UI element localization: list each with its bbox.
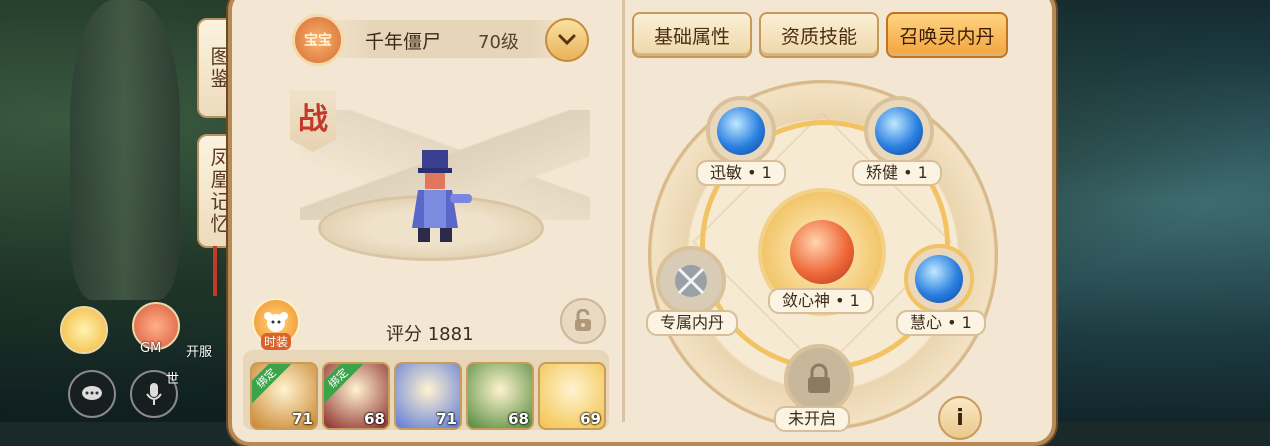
pet-score: 评分 1881 <box>386 324 474 345</box>
info-button[interactable]: i <box>938 396 982 440</box>
tab-aptitude-skills[interactable]: 资质技能 <box>759 12 879 58</box>
pet-level: 70级 <box>478 32 519 53</box>
roster-slot[interactable]: 绑定 68 <box>322 362 390 430</box>
world-label: 世 <box>166 372 180 387</box>
roster-slot[interactable]: 68 <box>466 362 534 430</box>
bear-face-icon <box>264 312 288 332</box>
jiangshi-pet-figure <box>412 150 472 242</box>
tab-basic-attributes[interactable]: 基础属性 <box>632 12 752 58</box>
star-orb-icon <box>915 255 963 303</box>
chevron-down-icon <box>558 34 576 46</box>
roster-level: 68 <box>508 410 529 428</box>
info-icon: i <box>956 405 964 431</box>
roster-slot[interactable]: 绑定 71 <box>250 362 318 430</box>
neidan-vigor-slot[interactable] <box>864 96 934 166</box>
chat-button[interactable] <box>68 370 116 418</box>
roster-level: 68 <box>364 410 385 428</box>
cat-avatar-icon[interactable] <box>60 306 108 354</box>
gm-label: GM <box>140 341 162 356</box>
lock-button[interactable] <box>560 298 606 344</box>
unlock-icon <box>575 309 591 331</box>
costume-button[interactable]: 时装 <box>252 298 300 350</box>
neidan-wisdom-label: 慧心 • 1 <box>896 310 986 336</box>
neidan-vigor-label: 矫健 • 1 <box>852 160 942 186</box>
roster-level: 71 <box>292 410 313 428</box>
chat-icon <box>82 386 102 400</box>
pet-name-bar <box>320 20 582 58</box>
lock-icon <box>808 363 830 393</box>
pet-type-tag: 战 <box>290 90 336 152</box>
costume-label: 时装 <box>260 333 291 350</box>
roster-slot[interactable]: 69 <box>538 362 606 430</box>
neidan-locked-slot[interactable] <box>784 344 854 414</box>
panel-divider <box>622 0 625 422</box>
tab-summon-neidan[interactable]: 召唤灵内丹 <box>886 12 1008 58</box>
neidan-exclusive-label: 专属内丹 <box>646 310 739 336</box>
wind-orb-icon <box>717 107 765 155</box>
water-orb-icon <box>875 107 923 155</box>
microphone-icon <box>146 383 162 405</box>
fire-orb-icon <box>790 220 854 284</box>
neidan-locked-label: 未开启 <box>774 406 851 432</box>
open-server-label: 开服 <box>186 345 213 360</box>
roster-slot[interactable]: 71 <box>394 362 462 430</box>
bound-tag: 绑定 <box>252 364 292 404</box>
baby-badge: 宝宝 <box>292 14 344 66</box>
roster-level: 71 <box>436 410 457 428</box>
pet-name: 千年僵尸 <box>365 31 442 53</box>
roster-level: 69 <box>580 410 601 428</box>
background-tree <box>70 0 180 300</box>
neidan-wisdom-slot[interactable] <box>904 244 974 314</box>
crossed-swords-icon <box>675 265 707 297</box>
neidan-exclusive-slot[interactable] <box>656 246 726 316</box>
neidan-agility-label: 迅敏 • 1 <box>696 160 786 186</box>
neidan-center-label: 敛心神 • 1 <box>768 288 874 314</box>
tassel-ornament <box>213 246 217 296</box>
pet-select-dropdown[interactable] <box>545 18 589 62</box>
neidan-agility-slot[interactable] <box>706 96 776 166</box>
bound-tag: 绑定 <box>324 364 364 404</box>
